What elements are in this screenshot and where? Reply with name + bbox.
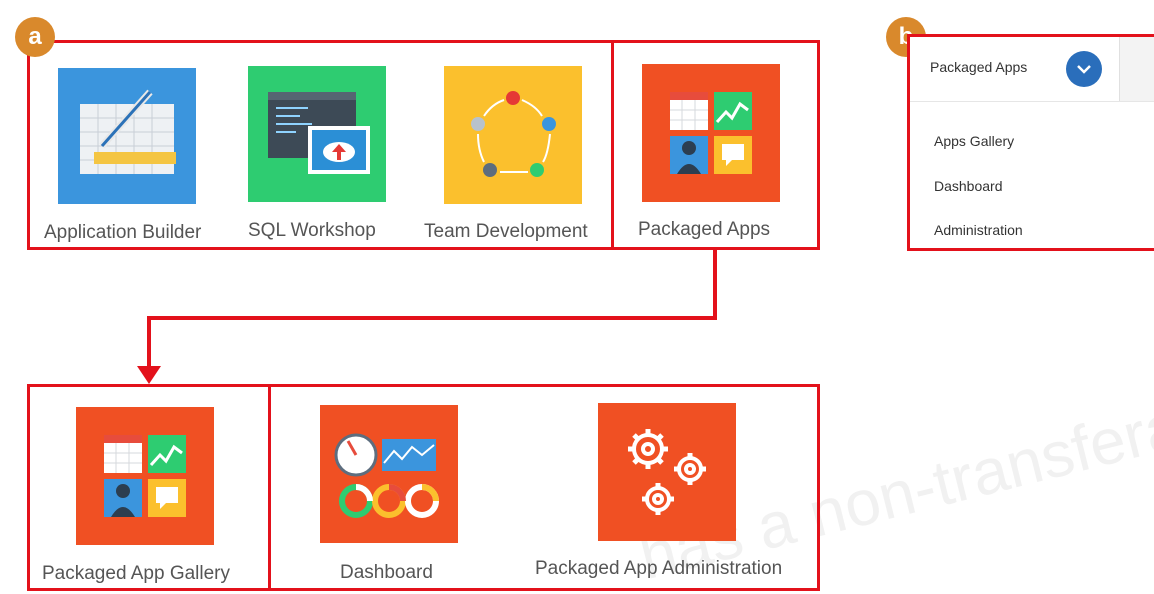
application-builder-icon xyxy=(58,68,196,204)
team-development-icon xyxy=(444,66,582,204)
tile-label: SQL Workshop xyxy=(248,220,376,241)
tile-label: Team Development xyxy=(424,221,588,242)
tile-label: Application Builder xyxy=(44,222,202,243)
arrow-down-icon xyxy=(137,366,161,384)
badge-a: a xyxy=(15,17,55,57)
connector-line xyxy=(147,316,151,370)
connector-line xyxy=(713,250,717,320)
tile-label: Packaged App Gallery xyxy=(42,563,231,584)
menu-title[interactable]: Packaged Apps xyxy=(930,59,1027,75)
menu-item-dashboard[interactable]: Dashboard xyxy=(934,178,1003,194)
chevron-down-icon[interactable] xyxy=(1066,51,1102,87)
packaged-app-gallery-icon xyxy=(76,407,214,545)
gears-icon xyxy=(598,403,736,541)
tile-label: Dashboard xyxy=(340,562,433,583)
dashboard-icon xyxy=(320,405,458,543)
packaged-apps-icon xyxy=(642,64,780,202)
menu-divider xyxy=(910,101,1154,102)
tile-label: Packaged Apps xyxy=(638,219,771,240)
menu-item-apps-gallery[interactable]: Apps Gallery xyxy=(934,133,1014,149)
sql-workshop-icon xyxy=(248,66,386,202)
packaged-apps-menu: Packaged Apps Apps Gallery Dashboard Adm… xyxy=(907,34,1154,251)
tile-label: Packaged App Administration xyxy=(535,558,783,579)
menu-next-tab[interactable] xyxy=(1119,37,1154,101)
menu-item-administration[interactable]: Administration xyxy=(934,222,1023,238)
connector-line xyxy=(147,316,717,320)
